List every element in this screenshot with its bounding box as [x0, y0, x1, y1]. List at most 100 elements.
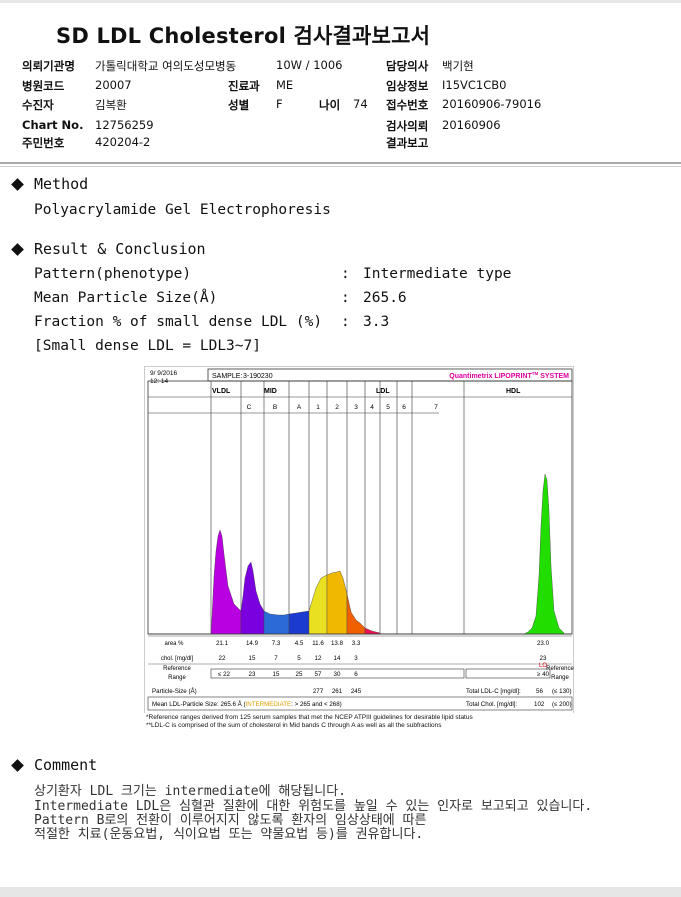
area-cell: 13.8	[331, 640, 344, 647]
result-bullet-icon	[11, 243, 24, 256]
small-dense-note: [Small dense LDL = LDL3~7]	[34, 338, 261, 354]
receipt-label: 접수번호	[386, 98, 429, 112]
mean-value: 265.6 Å	[220, 701, 243, 708]
hdl-lo-flag: LO	[539, 663, 547, 669]
ref-row-label-1: Reference	[163, 666, 191, 672]
method-heading: Method	[34, 175, 89, 193]
lipoprint-figure: 9/ 9/2016 12: 14 SAMPLE: 3-190230 Quanti…	[144, 366, 574, 713]
subband-label: 6	[402, 404, 406, 411]
header-divider	[0, 162, 681, 164]
particle-size-cell: 277	[313, 688, 324, 695]
brand-name: Quantimetrix LIPOPRINT	[449, 373, 532, 380]
ref-right-label-1: Reference	[546, 666, 574, 672]
bottom-border	[0, 887, 681, 897]
pattern-sep: :	[341, 266, 350, 282]
total-chol-value: 102	[534, 701, 545, 708]
ref-cell: 25	[296, 671, 303, 678]
page-title: SD LDL Cholesterol 검사결과보고서	[56, 24, 431, 48]
dept-value: ME	[276, 78, 294, 92]
ref-cell: 6	[354, 671, 358, 678]
ref-right-label-2: Range	[551, 675, 569, 681]
subband-label: 5	[386, 404, 390, 411]
footnote-1: *Reference ranges derived from 125 serum…	[146, 714, 473, 721]
sex-label: 성별	[228, 98, 250, 112]
comment-line-4: 적절한 치료(운동요법, 식이요법 또는 약물요법 등)를 권유합니다.	[34, 827, 424, 842]
subband-label: A	[297, 404, 302, 411]
subband-label: 4	[370, 404, 374, 411]
comment-bullet-icon	[11, 759, 24, 772]
ref-cell: 30	[334, 671, 341, 678]
id-number-label: 주민번호	[22, 136, 65, 150]
chol-cell: 14	[334, 655, 341, 662]
doctor-value: 백기현	[442, 59, 474, 73]
particle-size-cell: 261	[332, 688, 343, 695]
sample-id: 3-190230	[243, 373, 273, 380]
subband-label: 2	[335, 404, 339, 411]
group-label-hdl: HDL	[506, 388, 521, 395]
test-date: 9/ 9/2016	[150, 370, 177, 377]
sample-label: SAMPLE:	[212, 373, 242, 380]
subband-label: 3	[354, 404, 358, 411]
footnote-2: **LDL-C is comprised of the sum of chole…	[146, 722, 442, 729]
subband-label: B	[273, 404, 277, 411]
institution-value: 가톨릭대학교 여의도성모병동	[95, 59, 237, 73]
area-cell: 7.3	[272, 640, 281, 647]
ref-cell: 57	[315, 671, 322, 678]
chol-cell: 3	[354, 655, 358, 662]
dept-label: 진료과	[228, 79, 260, 93]
institution-label: 의뢰기관명	[22, 59, 75, 73]
area-cell: 3.3	[352, 640, 361, 647]
total-ldl-value: 56	[536, 688, 543, 695]
chart-no-label: Chart No.	[22, 118, 84, 132]
chol-cell: 7	[274, 655, 278, 662]
ward-value: 10W / 1006	[276, 58, 343, 72]
peak-mid-a	[288, 610, 310, 635]
area-cell: 14.9	[246, 640, 259, 647]
total-ldl-label: Total LDL-C [mg/dl]:	[466, 688, 521, 695]
chol-cell: 5	[297, 655, 301, 662]
chart-no-value: 12756259	[95, 118, 154, 132]
receipt-value: 20160906-79016	[442, 97, 542, 111]
particle-size-value: 265.6	[363, 290, 407, 306]
pattern-value: Intermediate type	[363, 266, 512, 282]
age-label: 나이	[319, 98, 341, 112]
patient-value: 김복환	[95, 98, 127, 112]
clinical-label: 임상정보	[386, 79, 429, 93]
age-value: 74	[353, 97, 368, 111]
hospital-code-label: 병원코드	[22, 79, 65, 93]
ref-cell: 23	[249, 671, 256, 678]
area-cell: 4.5	[295, 640, 304, 647]
mean-category: INTERMEDIATE	[246, 701, 292, 708]
request-label: 검사의뢰	[386, 119, 429, 133]
particle-size-sep: :	[341, 290, 350, 306]
group-label-vldl: VLDL	[212, 388, 231, 395]
particle-size-row-label: Particle-Size (Å)	[152, 688, 197, 695]
method-bullet-icon	[11, 178, 24, 191]
mean-range: : > 265 and < 268)	[291, 701, 342, 708]
ref-cell: ≥ 40	[537, 671, 550, 678]
group-label-ldl: LDL	[376, 388, 390, 395]
ref-cell: 15	[273, 671, 280, 678]
request-value: 20160906	[442, 118, 501, 132]
chol-cell: 22	[219, 655, 226, 662]
hospital-code-value: 20007	[95, 78, 132, 92]
result-heading: Result & Conclusion	[34, 240, 206, 258]
test-time: 12: 14	[150, 378, 168, 385]
top-border	[0, 0, 681, 3]
mean-label: Mean LDL-Particle Size:	[152, 701, 220, 708]
patient-label: 수진자	[22, 98, 54, 112]
ref-row-label-2: Range	[168, 675, 186, 681]
chol-cell: 15	[249, 655, 256, 662]
report-label: 결과보고	[386, 136, 429, 150]
chol-cell: 23	[540, 655, 547, 662]
small-dense-value: 3.3	[363, 314, 390, 330]
subband-label: 1	[316, 404, 320, 411]
figure-background	[144, 366, 574, 713]
header-divider-shadow	[0, 166, 681, 167]
area-row-label: area %	[164, 641, 184, 647]
subband-label: 7	[434, 404, 438, 411]
particle-size-cell: 245	[351, 688, 362, 695]
particle-size-label: Mean Particle Size(Å)	[34, 290, 218, 306]
total-chol-label: Total Chol. [mg/dl]:	[466, 701, 518, 708]
small-dense-sep: :	[341, 314, 350, 330]
